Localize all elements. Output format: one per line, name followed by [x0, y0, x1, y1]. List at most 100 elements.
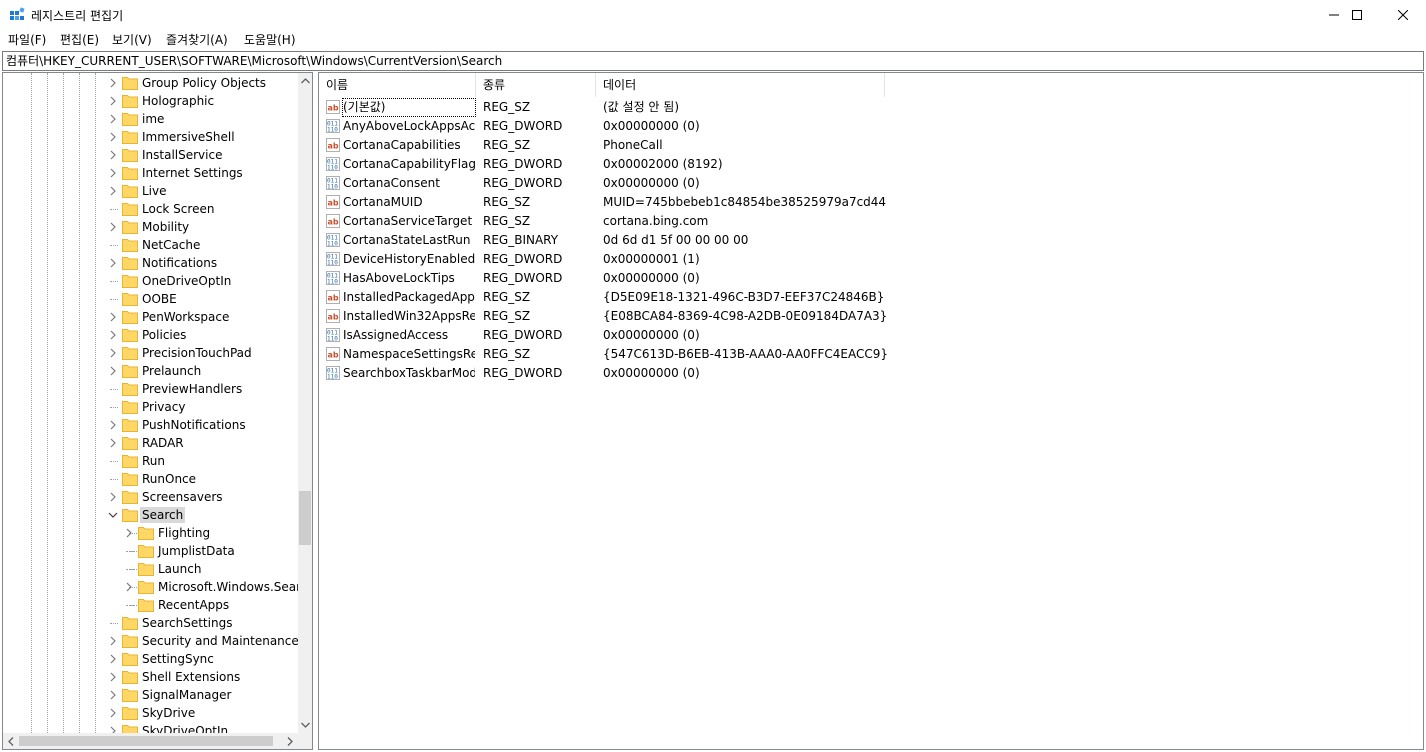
tree-item[interactable]: JumplistData: [3, 542, 298, 560]
expand-chevron-icon[interactable]: [107, 95, 119, 107]
tree-item[interactable]: PushNotifications: [3, 416, 298, 434]
collapse-chevron-icon[interactable]: [107, 509, 119, 521]
tree-branch-line: [110, 407, 118, 408]
expand-chevron-icon[interactable]: [107, 221, 119, 233]
expand-chevron-icon[interactable]: [107, 689, 119, 701]
value-row[interactable]: ab InstalledPackagedApps... REG_SZ {D5E09E1…: [319, 288, 1419, 307]
expand-chevron-icon[interactable]: [107, 671, 119, 683]
folder-icon: [122, 166, 138, 180]
expand-chevron-icon[interactable]: [107, 419, 119, 431]
tree-item[interactable]: Security and Maintenance: [3, 632, 298, 650]
tree-item[interactable]: Run: [3, 452, 298, 470]
values-list-pane[interactable]: 이름 종류 데이터 ab (기본값) REG_SZ (값 설정 안 됨) 011 110 A…: [318, 72, 1424, 750]
tree-item[interactable]: SkyDriveOptIn: [3, 722, 298, 733]
tree-item[interactable]: Mobility: [3, 218, 298, 236]
expand-chevron-icon[interactable]: [107, 707, 119, 719]
tree-item[interactable]: OneDriveOptIn: [3, 272, 298, 290]
expand-chevron-icon[interactable]: [107, 437, 119, 449]
menu-favorites[interactable]: 즐겨찾기(A): [166, 32, 228, 48]
column-header-data[interactable]: 데이터: [596, 73, 885, 97]
value-row[interactable]: 011 110 DeviceHistoryEnabled REG_DWORD 0x000…: [319, 250, 1419, 269]
tree-item[interactable]: Search: [3, 506, 298, 524]
tree-item[interactable]: InstallService: [3, 146, 298, 164]
expand-chevron-icon[interactable]: [107, 365, 119, 377]
scroll-left-arrow-icon[interactable]: [3, 733, 19, 749]
tree-item[interactable]: PrecisionTouchPad: [3, 344, 298, 362]
expand-chevron-icon[interactable]: [107, 311, 119, 323]
expand-chevron-icon[interactable]: [107, 77, 119, 89]
tree-horizontal-scroll-thumb[interactable]: [19, 736, 273, 746]
column-header-type[interactable]: 종류: [476, 73, 596, 97]
tree-item[interactable]: ImmersiveShell: [3, 128, 298, 146]
tree-item[interactable]: PenWorkspace: [3, 308, 298, 326]
tree-item[interactable]: Notifications: [3, 254, 298, 272]
tree-item[interactable]: Launch: [3, 560, 298, 578]
address-bar[interactable]: 컴퓨터\HKEY_CURRENT_USER\SOFTWARE\Microsoft…: [2, 51, 1424, 71]
value-row[interactable]: 011 110 AnyAboveLockAppsAc... REG_DWORD 0x00…: [319, 117, 1419, 136]
scroll-right-arrow-icon[interactable]: [282, 733, 298, 749]
tree-item[interactable]: RunOnce: [3, 470, 298, 488]
close-button[interactable]: [1380, 0, 1426, 30]
tree-item[interactable]: Group Policy Objects: [3, 74, 298, 92]
value-row[interactable]: 011 110 CortanaStateLastRun REG_BINARY 0d 6d…: [319, 231, 1419, 250]
tree-item[interactable]: Lock Screen: [3, 200, 298, 218]
expand-chevron-icon[interactable]: [107, 491, 119, 503]
value-row[interactable]: 011 110 CortanaConsent REG_DWORD 0x00000000 …: [319, 174, 1419, 193]
value-row[interactable]: ab NamespaceSettingsRe... REG_SZ {547C613D-…: [319, 345, 1419, 364]
tree-item[interactable]: Internet Settings: [3, 164, 298, 182]
menu-edit[interactable]: 편집(E): [60, 32, 99, 48]
tree-item[interactable]: Flighting: [3, 524, 298, 542]
scroll-down-arrow-icon[interactable]: [298, 717, 312, 733]
expand-chevron-icon[interactable]: [107, 185, 119, 197]
expand-chevron-icon[interactable]: [107, 131, 119, 143]
maximize-button[interactable]: [1334, 0, 1380, 30]
expand-chevron-icon[interactable]: [107, 149, 119, 161]
expand-chevron-icon[interactable]: [107, 113, 119, 125]
tree-item[interactable]: Shell Extensions: [3, 668, 298, 686]
value-row[interactable]: 011 110 HasAboveLockTips REG_DWORD 0x0000000…: [319, 269, 1419, 288]
value-row[interactable]: ab (기본값) REG_SZ (값 설정 안 됨): [319, 98, 1419, 117]
tree-item[interactable]: OOBE: [3, 290, 298, 308]
expand-chevron-icon[interactable]: [107, 725, 119, 733]
expand-chevron-icon[interactable]: [107, 329, 119, 341]
expand-chevron-icon[interactable]: [107, 257, 119, 269]
column-header-name[interactable]: 이름: [319, 73, 476, 97]
value-row[interactable]: 011 110 SearchboxTaskbarMode REG_DWORD 0x000…: [319, 364, 1419, 383]
value-row[interactable]: ab InstalledWin32AppsRe... REG_SZ {E08BCA84…: [319, 307, 1419, 326]
value-row[interactable]: ab CortanaServiceTarget REG_SZ cortana.bing…: [319, 212, 1419, 231]
tree-item[interactable]: Prelaunch: [3, 362, 298, 380]
value-row[interactable]: ab CortanaMUID REG_SZ MUID=745bbebeb1c84854…: [319, 193, 1419, 212]
value-row[interactable]: ab CortanaCapabilities REG_SZ PhoneCall: [319, 136, 1419, 155]
tree-item[interactable]: Microsoft.Windows.Search: [3, 578, 298, 596]
tree-item[interactable]: SignalManager: [3, 686, 298, 704]
value-row[interactable]: 011 110 IsAssignedAccess REG_DWORD 0x0000000…: [319, 326, 1419, 345]
tree-item[interactable]: SearchSettings: [3, 614, 298, 632]
expand-chevron-icon[interactable]: [123, 581, 135, 593]
tree-item[interactable]: Privacy: [3, 398, 298, 416]
key-tree-pane[interactable]: Group Policy Objects Holographic ime Immers…: [2, 72, 313, 750]
tree-item[interactable]: SettingSync: [3, 650, 298, 668]
tree-item[interactable]: PreviewHandlers: [3, 380, 298, 398]
tree-vertical-scrollbar[interactable]: [298, 73, 312, 733]
expand-chevron-icon[interactable]: [123, 527, 135, 539]
menu-file[interactable]: 파일(F): [8, 32, 46, 48]
tree-item[interactable]: Screensavers: [3, 488, 298, 506]
menu-help[interactable]: 도움말(H): [244, 32, 296, 48]
tree-vertical-scroll-thumb[interactable]: [299, 491, 311, 545]
tree-item[interactable]: SkyDrive: [3, 704, 298, 722]
value-row[interactable]: 011 110 CortanaCapabilityFlags REG_DWORD 0x0…: [319, 155, 1419, 174]
tree-item[interactable]: RADAR: [3, 434, 298, 452]
tree-item[interactable]: RecentApps: [3, 596, 298, 614]
expand-chevron-icon[interactable]: [107, 653, 119, 665]
tree-item[interactable]: NetCache: [3, 236, 298, 254]
expand-chevron-icon[interactable]: [107, 167, 119, 179]
expand-chevron-icon[interactable]: [107, 635, 119, 647]
tree-horizontal-scrollbar[interactable]: [3, 733, 298, 749]
tree-item[interactable]: ime: [3, 110, 298, 128]
menu-view[interactable]: 보기(V): [112, 32, 152, 48]
tree-item[interactable]: Holographic: [3, 92, 298, 110]
tree-item[interactable]: Policies: [3, 326, 298, 344]
expand-chevron-icon[interactable]: [107, 347, 119, 359]
scroll-up-arrow-icon[interactable]: [298, 73, 312, 89]
tree-item[interactable]: Live: [3, 182, 298, 200]
